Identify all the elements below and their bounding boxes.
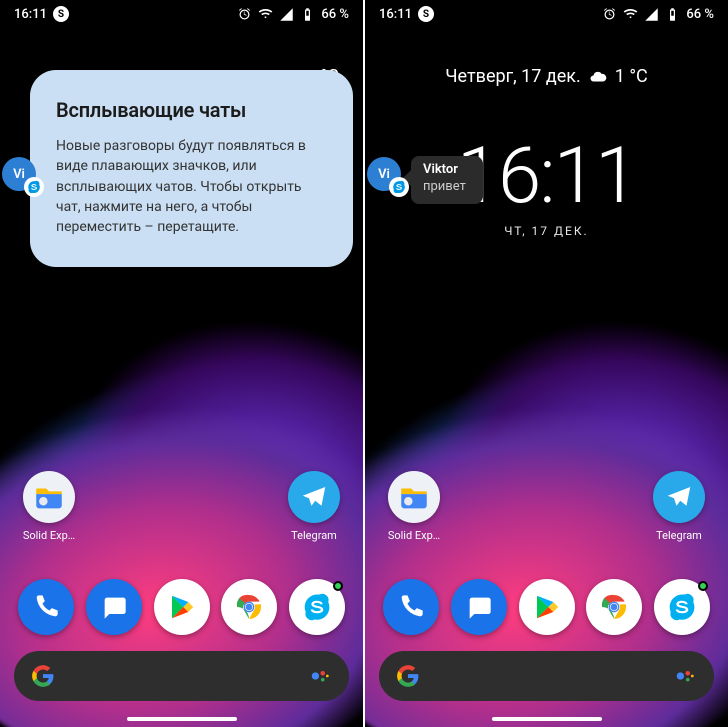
status-battery-text: 66 % (686, 7, 714, 22)
solid-explorer-icon (23, 471, 75, 523)
gesture-nav-bar[interactable] (492, 717, 602, 721)
phone-screenshot-right: 16:11 S 66 % Четверг, 17 дек. 1 °C 16:11… (365, 0, 728, 727)
bubble-app-badge-skype-icon (24, 177, 44, 197)
bubbles-onboarding-tooltip[interactable]: Всплывающие чаты Новые разговоры будут п… (30, 70, 353, 267)
signal-icon (644, 7, 659, 22)
tooltip-title: Всплывающие чаты (56, 98, 327, 122)
dock-play-store[interactable] (154, 579, 210, 635)
home-apps-row: Solid Exp… Telegram (0, 471, 363, 542)
at-a-glance[interactable]: Четверг, 17 дек. 1 °C (365, 66, 728, 87)
battery-icon (300, 7, 315, 22)
status-bar: 16:11 S 66 % (0, 0, 363, 28)
app-label: Solid Exp… (23, 529, 75, 542)
wifi-icon (623, 7, 638, 22)
home-apps-row: Solid Exp… Telegram (365, 471, 728, 542)
app-telegram[interactable]: Telegram (648, 471, 710, 542)
battery-icon (665, 7, 680, 22)
signal-icon (279, 7, 294, 22)
status-time: 16:11 (14, 7, 47, 22)
app-telegram[interactable]: Telegram (283, 471, 345, 542)
assistant-icon[interactable] (309, 665, 331, 687)
preview-message: привет (423, 179, 466, 194)
app-label: Telegram (656, 529, 702, 542)
gesture-nav-bar[interactable] (127, 717, 237, 721)
app-solid-explorer[interactable]: Solid Exp… (18, 471, 80, 542)
dock (365, 579, 728, 635)
notification-dot-icon (333, 581, 343, 591)
dock-chrome[interactable] (586, 579, 642, 635)
notification-dot-icon (698, 581, 708, 591)
dock-skype[interactable] (289, 579, 345, 635)
tooltip-body: Новые разговоры будут появляться в виде … (56, 136, 327, 237)
google-g-icon (395, 663, 421, 689)
weather-cloud-icon (589, 66, 607, 87)
telegram-icon (653, 471, 705, 523)
app-solid-explorer[interactable]: Solid Exp… (383, 471, 445, 542)
google-g-icon (30, 663, 56, 689)
status-app-badge: S (418, 6, 434, 22)
dock-phone[interactable] (18, 579, 74, 635)
phone-screenshot-left: 16:11 S 66 % °C Всплывающие чаты Новые р… (0, 0, 363, 727)
solid-explorer-icon (388, 471, 440, 523)
wifi-icon (258, 7, 273, 22)
glance-temp: 1 °C (615, 66, 648, 87)
dock-messages[interactable] (86, 579, 142, 635)
status-app-badge: S (53, 6, 69, 22)
bubble-app-badge-skype-icon (389, 177, 409, 197)
glance-date: Четверг, 17 дек. (445, 66, 581, 87)
app-label: Telegram (291, 529, 337, 542)
search-bar[interactable] (379, 651, 714, 701)
preview-sender: Viktor (423, 162, 471, 179)
dock-chrome[interactable] (221, 579, 277, 635)
chat-bubble[interactable]: Vi (367, 155, 409, 197)
chat-bubble-preview[interactable]: Viktor привет (411, 156, 483, 204)
telegram-icon (288, 471, 340, 523)
dock-play-store[interactable] (519, 579, 575, 635)
clock-date: ЧТ, 17 ДЕК. (365, 224, 728, 238)
assistant-icon[interactable] (674, 665, 696, 687)
chat-bubble[interactable]: Vi (2, 155, 44, 197)
dock (0, 579, 363, 635)
status-bar: 16:11 S 66 % (365, 0, 728, 28)
alarm-icon (237, 7, 252, 22)
status-battery-text: 66 % (321, 7, 349, 22)
app-label: Solid Exp… (388, 529, 440, 542)
dock-phone[interactable] (383, 579, 439, 635)
dock-skype[interactable] (654, 579, 710, 635)
search-bar[interactable] (14, 651, 349, 701)
alarm-icon (602, 7, 617, 22)
status-time: 16:11 (379, 7, 412, 22)
dock-messages[interactable] (451, 579, 507, 635)
